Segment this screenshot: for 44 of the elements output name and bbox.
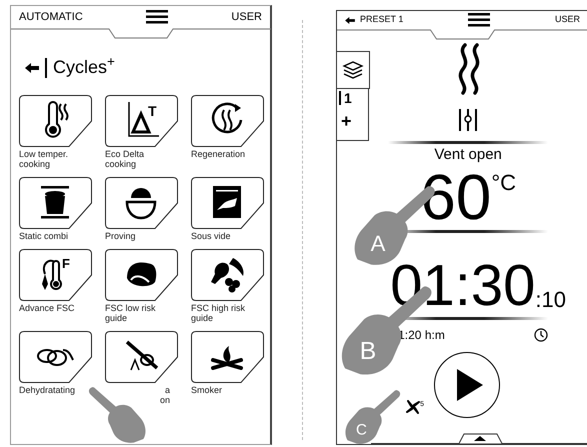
play-icon	[457, 369, 484, 401]
cycle-label: Static combi	[19, 231, 70, 241]
add-button[interactable]: +	[339, 113, 352, 129]
back-arrow-icon[interactable]	[345, 16, 355, 24]
cycle-label: Regeneration	[191, 149, 246, 159]
cycle-tile[interactable]: T	[105, 95, 178, 147]
cycle-tile[interactable]	[105, 177, 178, 229]
level-number[interactable]: 1	[339, 91, 352, 105]
cycle-label: Advance FSC	[19, 303, 76, 313]
menu-icon[interactable]	[146, 10, 168, 24]
cycle-tile[interactable]	[191, 249, 264, 301]
play-button[interactable]	[434, 352, 500, 418]
cycle-label: FSC high risk guide	[191, 303, 246, 323]
menu-icon[interactable]	[468, 13, 490, 27]
cycle-label: Sous vide	[191, 231, 232, 241]
time-value[interactable]: 01:30:10	[390, 259, 566, 313]
screen-title: Cycles$^{+}$	[53, 54, 115, 79]
cycle-label: FSC low risk guide	[105, 303, 157, 323]
vent-status: Vent open	[434, 146, 502, 164]
cycle-tile[interactable]	[19, 331, 92, 383]
cycle-label: Dehydratating	[19, 385, 76, 395]
cycle-tile[interactable]	[105, 249, 178, 301]
cycle-tile[interactable]	[19, 95, 92, 147]
cycle-label: a on	[158, 385, 171, 405]
back-arrow-icon[interactable]	[25, 62, 39, 72]
cycle-label: Smoker	[191, 385, 224, 395]
cycle-label: Eco Delta cooking	[105, 149, 146, 169]
mode-label: AUTOMATIC	[19, 10, 83, 25]
cycle-label: Proving	[105, 231, 137, 241]
clock-icon[interactable]	[534, 328, 548, 342]
vent-icon[interactable]	[458, 107, 478, 133]
cycle-tile[interactable]	[19, 177, 92, 229]
cycle-tile[interactable]	[191, 331, 264, 383]
cycle-tile[interactable]	[105, 331, 178, 383]
cycle-tile[interactable]	[191, 95, 264, 147]
layers-icon	[342, 60, 364, 80]
layers-tab[interactable]	[337, 51, 370, 89]
cycle-tile[interactable]	[191, 177, 264, 229]
preset-label: PRESET 1	[360, 13, 404, 26]
fan-icon[interactable]	[406, 400, 420, 414]
cycle-label: Low temper. cooking	[19, 149, 70, 169]
user-label: USER	[231, 10, 262, 25]
user-label: USER	[554, 13, 580, 26]
cycle-tile[interactable]: F	[19, 249, 92, 301]
